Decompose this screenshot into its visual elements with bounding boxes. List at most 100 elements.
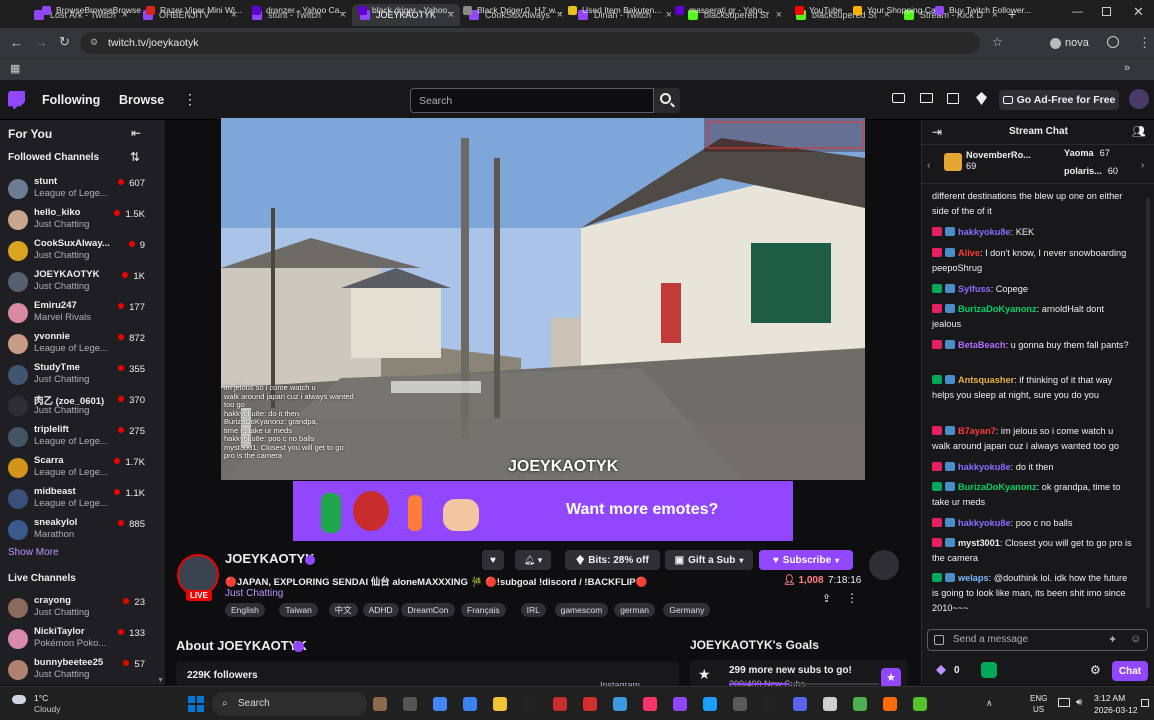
- clock-time[interactable]: 3:12 AM: [1094, 693, 1125, 703]
- bookmark-item[interactable]: black driger - Yahoo...: [358, 5, 454, 15]
- bookmark-item[interactable]: Buy Twitch Follower...: [935, 5, 1031, 15]
- tag-chip[interactable]: Germany: [663, 603, 711, 617]
- chat-settings-icon[interactable]: ⚙: [1090, 663, 1101, 677]
- taskbar-search[interactable]: ⌕ Search: [212, 692, 367, 716]
- taskbar-app-icon[interactable]: [433, 697, 447, 711]
- chat-scrollbar[interactable]: [1146, 198, 1150, 608]
- taskbar-app-icon[interactable]: [373, 697, 387, 711]
- taskbar-app-icon[interactable]: [853, 697, 867, 711]
- taskbar-app-icon[interactable]: [673, 697, 687, 711]
- tag-chip[interactable]: ADHD: [362, 603, 399, 617]
- taskbar-app-icon[interactable]: [823, 697, 837, 711]
- chat-username[interactable]: welaps: [958, 573, 989, 583]
- tag-chip[interactable]: gamescom: [554, 603, 609, 617]
- sidebar-channel[interactable]: crayong Just Chatting 23: [0, 595, 165, 626]
- tray-overflow-icon[interactable]: ∧: [986, 698, 993, 709]
- tag-chip[interactable]: Français: [461, 603, 506, 617]
- network-icon[interactable]: [1058, 698, 1070, 707]
- url-field[interactable]: ⚙ twitch.tv/joeykaotyk ☆: [80, 32, 1003, 54]
- channel-name[interactable]: JOEYKAOTYK: [225, 551, 315, 566]
- sidebar-channel[interactable]: hello_kiko Just Chatting 1.5K: [0, 207, 165, 238]
- bookmark-item[interactable]: Black Driger.0. HJ' w...: [463, 5, 562, 15]
- taskbar-app-icon[interactable]: [763, 697, 777, 711]
- category-link[interactable]: Just Chatting: [225, 588, 283, 599]
- back-icon[interactable]: ←: [10, 35, 23, 50]
- search-button[interactable]: [654, 88, 680, 113]
- tray-lang[interactable]: ENG: [1030, 694, 1047, 703]
- video-player[interactable]: im jelous so i come watch u walk around j…: [221, 118, 865, 480]
- taskbar-app-icon[interactable]: [403, 697, 417, 711]
- site-info-icon[interactable]: ⚙: [90, 37, 98, 48]
- maximize-icon[interactable]: [1102, 7, 1111, 16]
- browser-menu-icon[interactable]: ⋮: [1138, 35, 1151, 51]
- start-button-icon[interactable]: [188, 696, 204, 712]
- bookmark-item[interactable]: masserati gr - Yaho...: [675, 5, 769, 15]
- tag-chip[interactable]: german: [614, 603, 656, 617]
- taskbar-app-icon[interactable]: [703, 697, 717, 711]
- gifter-entry[interactable]: polaris... 60: [1064, 166, 1118, 176]
- tray-region[interactable]: US: [1033, 705, 1044, 714]
- reload-icon[interactable]: ↻: [59, 34, 70, 50]
- taskbar-app-icon[interactable]: [463, 697, 477, 711]
- sidebar-channel[interactable]: JOEYKAOTYK Just Chatting 1K: [0, 269, 165, 300]
- chat-username[interactable]: BurizaDoKyanonz: [958, 482, 1037, 492]
- gifter-entry[interactable]: NovemberRo... 69: [966, 150, 1031, 171]
- bits-button[interactable]: Bits: 28% off: [565, 550, 660, 570]
- magic-icon[interactable]: ✦: [1108, 633, 1117, 646]
- chat-username[interactable]: BetaBeach: [958, 340, 1006, 350]
- emote-picker-icon[interactable]: ☺: [1130, 633, 1141, 645]
- bookmark-item[interactable]: Used Item Bakuten...: [568, 5, 661, 15]
- whispers-icon[interactable]: [947, 93, 959, 104]
- sort-icon[interactable]: ⇅: [130, 150, 140, 164]
- sidebar-channel[interactable]: CookSuxAlway... Just Chatting 9: [0, 238, 165, 269]
- more-options-icon[interactable]: ⋮: [846, 591, 858, 605]
- tag-chip[interactable]: English: [225, 603, 265, 617]
- taskbar-app-icon[interactable]: [613, 697, 627, 711]
- chat-username[interactable]: Alive: [958, 248, 980, 258]
- taskbar-app-icon[interactable]: [553, 697, 567, 711]
- collapse-chat-icon[interactable]: ⇥: [932, 125, 942, 139]
- notifications-button[interactable]: 🔔︎ ▾: [515, 550, 551, 570]
- taskbar-app-icon[interactable]: [643, 697, 657, 711]
- sidebar-channel[interactable]: yvonnie League of Lege... 872: [0, 331, 165, 362]
- sidebar-channel[interactable]: triplelift League of Lege... 275: [0, 424, 165, 455]
- leaderboard-prev-icon[interactable]: ‹: [927, 160, 930, 171]
- inbox-icon[interactable]: [920, 93, 933, 103]
- bookmark-item[interactable]: Your Shopping Cart: [853, 5, 941, 15]
- sidebar-scrollbar[interactable]: ▼: [157, 677, 164, 684]
- follow-heart-button[interactable]: ♥: [482, 550, 504, 570]
- notifications-tray-icon[interactable]: [1141, 699, 1149, 707]
- sidebar-channel[interactable]: bunnybeetee25 Just Chatting 57: [0, 657, 165, 688]
- sidebar-channel[interactable]: StudyTme Just Chatting 355: [0, 362, 165, 393]
- sidebar-channel[interactable]: NickiTaylor Pokémon Poko... 133: [0, 626, 165, 657]
- emotes-promo-banner[interactable]: Want more emotes?: [293, 481, 793, 541]
- sidebar-channel[interactable]: 肉乙 (zoe_0601) Just Chatting 370: [0, 393, 165, 424]
- tag-chip[interactable]: IRL: [520, 603, 546, 617]
- share-icon[interactable]: ⇪: [822, 592, 831, 605]
- nav-more-icon[interactable]: ⋮: [183, 91, 197, 108]
- collapse-sidebar-icon[interactable]: ⇤: [131, 126, 141, 140]
- tag-chip[interactable]: DreamCon: [401, 603, 455, 617]
- bookmark-item[interactable]: BrowseBrowseBrowse: [42, 5, 141, 15]
- tab-close-icon[interactable]: ×: [666, 9, 672, 21]
- taskbar-app-icon[interactable]: [493, 697, 507, 711]
- nav-browse[interactable]: Browse: [119, 93, 164, 107]
- sidebar-channel[interactable]: Emiru247 Marvel Rivals 177: [0, 300, 165, 331]
- search-input[interactable]: Search: [410, 88, 654, 113]
- profile-button[interactable]: nova: [1050, 37, 1089, 49]
- user-avatar[interactable]: [1129, 89, 1149, 109]
- apps-grid-icon[interactable]: ▦: [10, 62, 20, 75]
- chat-bits-icon[interactable]: [934, 635, 944, 645]
- sidebar-channel[interactable]: sneakylol Marathon 885: [0, 517, 165, 548]
- clock-date[interactable]: 2026-03-12: [1094, 705, 1137, 715]
- tag-chip[interactable]: Taiwan: [279, 603, 318, 617]
- sidebar-channel[interactable]: Scarra League of Lege... 1.7K: [0, 455, 165, 486]
- bookmark-star-icon[interactable]: ☆: [992, 35, 1003, 49]
- close-window-icon[interactable]: ✕: [1133, 4, 1144, 20]
- chat-username[interactable]: Antsquasher: [958, 375, 1014, 385]
- forward-icon[interactable]: →: [35, 35, 48, 50]
- extension-icon[interactable]: [869, 550, 899, 580]
- rewards-icon[interactable]: [981, 662, 997, 678]
- chat-send-button[interactable]: Chat: [1112, 661, 1148, 681]
- leaderboard-next-icon[interactable]: ›: [1141, 160, 1144, 171]
